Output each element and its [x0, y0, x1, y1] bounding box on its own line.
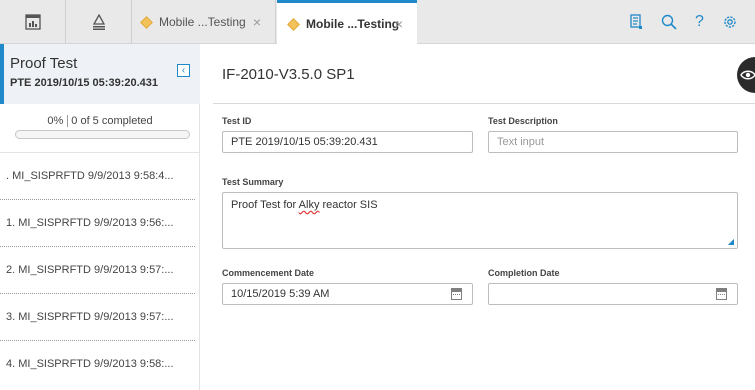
progress-count: 0 of 5 completed — [71, 115, 153, 127]
search-icon — [661, 14, 677, 30]
hierarchy-button[interactable] — [66, 0, 132, 44]
progress-percent: 0% — [47, 115, 64, 127]
sidebar-header: Proof Test PTE 2019/10/15 05:39:20.431 ‹ — [0, 44, 200, 104]
list-item[interactable]: 2. MI_SISPRFTD 9/9/2013 9:57:... — [0, 247, 195, 294]
collapse-sidebar-icon[interactable]: ‹ — [177, 64, 190, 77]
test-summary-textarea[interactable]: Proof Test for Alky reactor SIS ◢ — [222, 192, 738, 249]
sidebar: Proof Test PTE 2019/10/15 05:39:20.431 ‹… — [0, 44, 200, 390]
completion-date-label: Completion Date — [488, 268, 560, 278]
preview-button[interactable] — [737, 57, 755, 93]
record-icon — [140, 15, 153, 29]
settings-icon — [724, 16, 736, 28]
calendar-icon[interactable] — [451, 288, 462, 300]
commencement-date-label: Commencement Date — [222, 268, 315, 278]
hierarchy-icon — [92, 14, 105, 30]
completion-date-field[interactable] — [488, 283, 738, 305]
test-id-field[interactable]: PTE 2019/10/15 05:39:20.431 — [222, 131, 473, 153]
documents-button[interactable] — [629, 0, 644, 44]
test-summary-label: Test Summary — [222, 177, 284, 187]
commencement-date-value: 10/15/2019 5:39 AM — [231, 288, 330, 300]
summary-misspelled-word: Alky — [298, 199, 320, 211]
tab-mobile-testing-2[interactable]: Mobile ...Testing × — [277, 0, 417, 45]
close-icon[interactable]: × — [253, 14, 261, 30]
help-icon: ? — [695, 13, 704, 30]
top-toolbar: Mobile ...Testing × Mobile ...Testing × … — [0, 0, 755, 45]
title-divider — [213, 103, 755, 104]
tab-label: Mobile ...Testing — [159, 15, 246, 29]
page-title: IF-2010-V3.5.0 SP1 — [222, 66, 355, 83]
tab-mobile-testing-1[interactable]: Mobile ...Testing × — [132, 0, 276, 44]
list-item[interactable]: 4. MI_SISPRFTD 9/9/2013 9:58:... — [0, 341, 195, 388]
record-icon — [287, 17, 300, 31]
test-description-label: Test Description — [488, 116, 558, 126]
settings-button[interactable] — [722, 0, 738, 44]
dashboard-button[interactable] — [0, 0, 66, 44]
search-button[interactable] — [661, 0, 677, 44]
test-description-field[interactable]: Text input — [488, 131, 738, 153]
progress-label: 0% 0 of 5 completed — [0, 115, 200, 127]
list-item[interactable]: 3. MI_SISPRFTD 9/9/2013 9:57:... — [0, 294, 195, 341]
tab-label: Mobile ...Testing — [306, 17, 400, 31]
sidebar-title: Proof Test — [10, 55, 78, 72]
documents-icon — [630, 14, 642, 29]
help-button[interactable]: ? — [695, 0, 704, 44]
list-item[interactable]: 1. MI_SISPRFTD 9/9/2013 9:56:... — [0, 200, 195, 247]
list-item[interactable]: . MI_SISPRFTD 9/9/2013 9:58:4... — [0, 153, 195, 200]
dashboard-icon — [24, 14, 41, 30]
commencement-date-field[interactable]: 10/15/2019 5:39 AM — [222, 283, 473, 305]
resize-handle-icon[interactable]: ◢ — [728, 237, 734, 246]
close-icon[interactable]: × — [395, 16, 403, 32]
eye-icon — [740, 70, 755, 80]
summary-text-prefix: Proof Test for — [231, 199, 299, 211]
summary-text-suffix: reactor SIS — [319, 199, 378, 211]
test-id-label: Test ID — [222, 116, 252, 126]
sidebar-subtitle: PTE 2019/10/15 05:39:20.431 — [10, 77, 159, 89]
progress-bar — [15, 130, 190, 139]
calendar-icon[interactable] — [716, 288, 727, 300]
